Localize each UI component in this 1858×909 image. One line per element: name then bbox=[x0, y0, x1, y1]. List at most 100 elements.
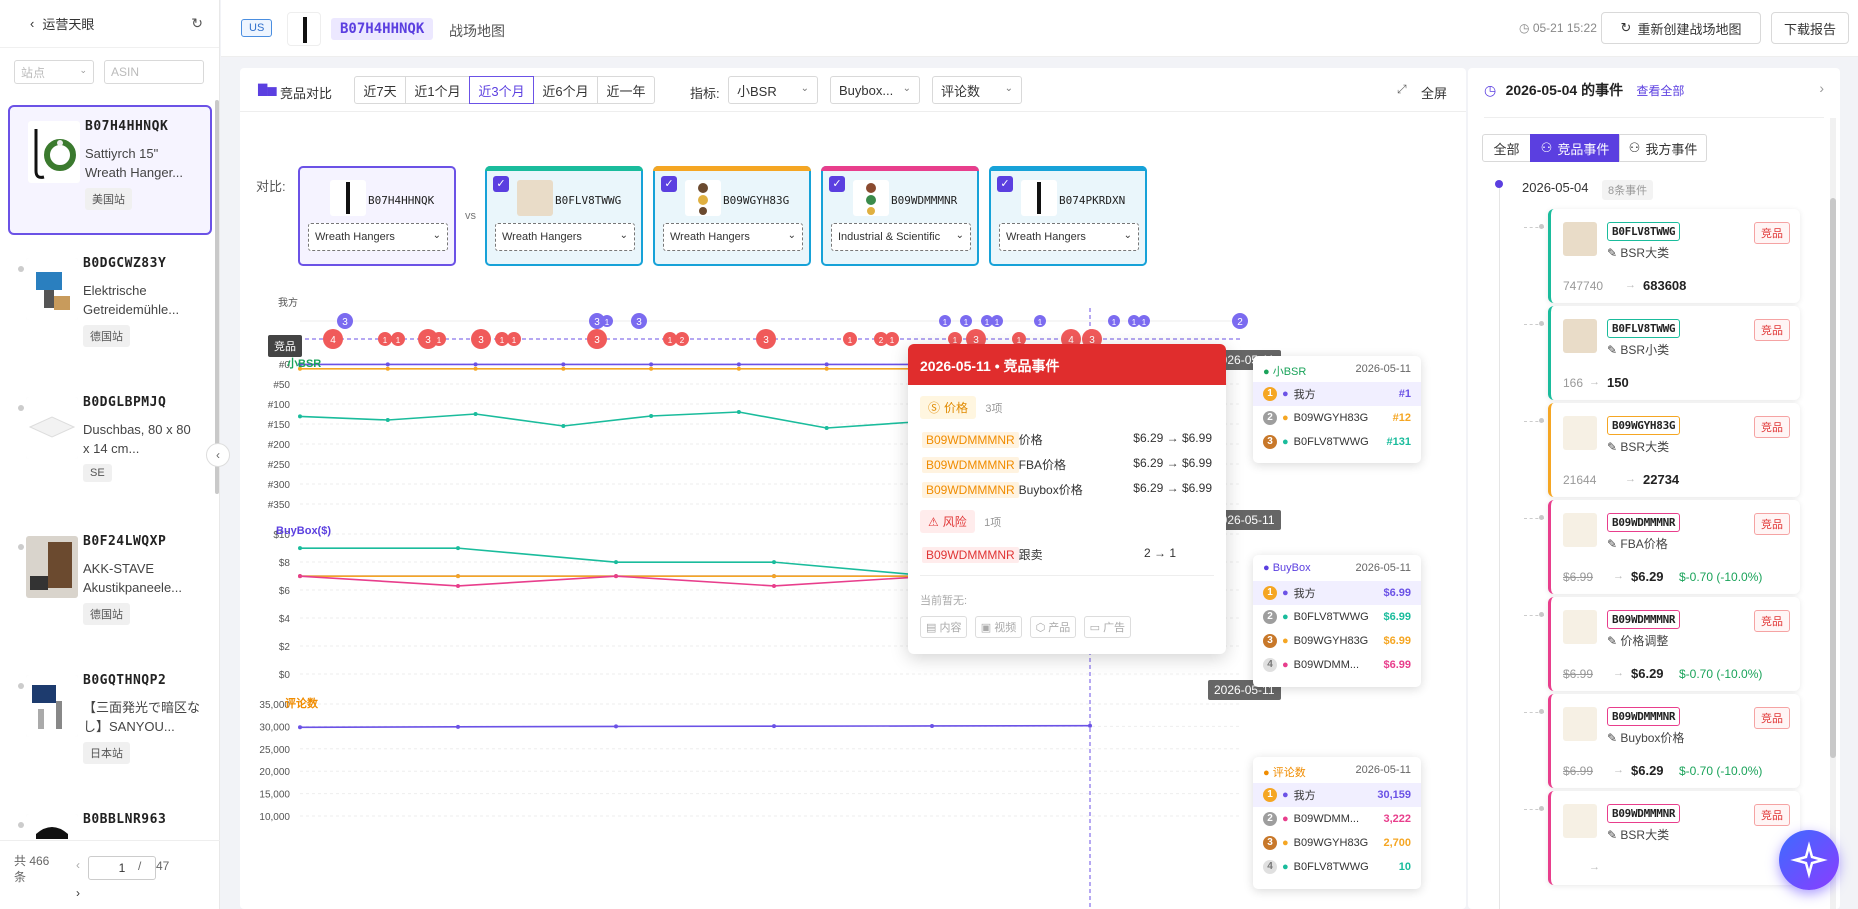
header-asin[interactable]: B07H4HHNQK bbox=[331, 18, 434, 40]
refresh-icon[interactable]: ↻ bbox=[191, 15, 203, 32]
competitor-tag: 竞品 bbox=[1754, 707, 1790, 729]
competitor-tag: 竞品 bbox=[1754, 416, 1790, 438]
competitor-card[interactable]: ✓ B074PKRDXN Wreath Hangers ⌄ bbox=[989, 166, 1147, 266]
range-6m[interactable]: 近6个月 bbox=[533, 76, 598, 104]
event-type: ✎ BSR大类 bbox=[1607, 246, 1670, 260]
buybox-axis-title: BuyBox($) bbox=[276, 525, 332, 537]
event-card[interactable]: B09WGYH83G 竞品 ✎ BSR大类 21644 → 22734 bbox=[1524, 403, 1800, 497]
competitor-tag: 竞品 bbox=[1754, 319, 1790, 341]
comp-event-marker-label: 3 bbox=[478, 335, 484, 346]
comp-event-marker-label: 1 bbox=[383, 336, 388, 345]
category-select[interactable]: Wreath Hangers ⌄ bbox=[308, 223, 448, 251]
product-asin: B0DGLBPMJQ bbox=[83, 395, 167, 410]
legend-row: 4 ● B0FLV8TWWG 10 bbox=[1253, 855, 1421, 879]
y-tick-label: #250 bbox=[268, 460, 291, 471]
product-card[interactable]: B0DGLBPMJQ Duschbas, 80 x 80 x 14 cm... … bbox=[8, 383, 212, 513]
product-name: Sattiyrch 15" Wreath Hanger... bbox=[85, 146, 184, 180]
chevron-down-icon: ⌄ bbox=[79, 65, 87, 75]
category-select[interactable]: Wreath Hangers ⌄ bbox=[663, 223, 803, 251]
metric-select-buybox[interactable]: Buybox... ⌄ bbox=[830, 76, 920, 104]
back-icon[interactable]: ‹ bbox=[30, 16, 34, 31]
product-tag: ⬡ 产品 bbox=[1029, 616, 1077, 638]
fullscreen-icon[interactable]: ⤢ bbox=[1397, 82, 1407, 97]
rebuild-map-button[interactable]: ↻ 重新创建战场地图 bbox=[1601, 12, 1761, 44]
metric-select-reviews[interactable]: 评论数 ⌄ bbox=[932, 76, 1022, 104]
tab-all[interactable]: 全部 bbox=[1482, 134, 1531, 162]
competitor-card[interactable]: ✓ B0FLV8TWWG Wreath Hangers ⌄ bbox=[485, 166, 643, 266]
chevron-down-icon: ⌄ bbox=[800, 83, 809, 94]
panel-scrollbar-track[interactable] bbox=[1830, 118, 1836, 909]
status-dot bbox=[18, 266, 24, 272]
event-card[interactable]: B09WDMMMNR 竞品 ✎ 价格调整 $6.99 → $6.29 $-0.70 (-10… bbox=[1524, 597, 1800, 691]
checkbox-icon[interactable]: ✓ bbox=[493, 176, 509, 192]
history-icon: ◷ bbox=[1484, 82, 1497, 98]
product-thumbnail bbox=[1563, 610, 1597, 644]
chevron-right-icon[interactable]: › bbox=[1819, 80, 1824, 96]
checkbox-icon[interactable]: ✓ bbox=[997, 176, 1013, 192]
tab-own-events[interactable]: ⚇ 我方事件 bbox=[1619, 134, 1707, 162]
product-thumbnail bbox=[287, 12, 321, 46]
product-card[interactable]: B0BBLNR963 bbox=[8, 800, 212, 839]
product-card[interactable]: B0DGCWZ83Y Elektrische Getreidemühle... … bbox=[8, 244, 212, 374]
own-event-marker-label: 1 bbox=[1132, 318, 1137, 327]
series-color-bar bbox=[821, 166, 979, 171]
range-1m[interactable]: 近1个月 bbox=[405, 76, 470, 104]
tooltip-price-row: B09WDMMMNR FBA价格 $6.29 → $6.99 bbox=[922, 456, 1212, 473]
download-report-button[interactable]: 下载报告 bbox=[1771, 12, 1849, 44]
checkbox-icon[interactable]: ✓ bbox=[829, 176, 845, 192]
y-tick-label: $0 bbox=[279, 670, 291, 681]
edit-icon: ✎ bbox=[1607, 634, 1618, 648]
event-to: 683608 bbox=[1643, 278, 1687, 293]
data-point bbox=[473, 412, 478, 416]
event-type: ✎ BSR大类 bbox=[1607, 828, 1670, 842]
y-tick-label: #100 bbox=[268, 400, 291, 411]
data-point bbox=[736, 362, 741, 367]
compare-asin: B074PKRDXN bbox=[1059, 194, 1126, 207]
compare-label: 对比: bbox=[256, 179, 286, 194]
range-7d[interactable]: 近7天 bbox=[354, 76, 406, 104]
product-card[interactable]: B0GQTHNQP2 【三面発光で暗区なし】SANYOU... 日本站 bbox=[8, 661, 212, 791]
data-point bbox=[561, 366, 566, 371]
next-page-icon[interactable]: › bbox=[76, 886, 80, 900]
product-card[interactable]: B07H4HHNQK Sattiyrch 15" Wreath Hanger..… bbox=[8, 105, 212, 235]
chevron-down-icon: ⌄ bbox=[432, 230, 441, 241]
competitor-card[interactable]: ✓ B09WGYH83G Wreath Hangers ⌄ bbox=[653, 166, 811, 266]
event-type: ✎ Buybox价格 bbox=[1607, 731, 1685, 745]
product-card[interactable]: B0F24LWQXP AKK-STAVE Akustikpaneele... 德… bbox=[8, 522, 212, 652]
event-card[interactable]: B09WDMMMNR 竞品 ✎ BSR大类 → bbox=[1524, 791, 1800, 885]
comp-event-marker-label: 1 bbox=[396, 336, 401, 345]
data-point bbox=[736, 366, 741, 371]
tab-competitor-events[interactable]: ⚇ 竞品事件 bbox=[1530, 134, 1620, 162]
event-card[interactable]: B09WDMMMNR 竞品 ✎ Buybox价格 $6.99 → $6.29 $-0.70 … bbox=[1524, 694, 1800, 788]
vs-label: vs bbox=[465, 210, 476, 222]
site-badge: 德国站 bbox=[83, 325, 130, 347]
event-card[interactable]: B09WDMMMNR 竞品 ✎ FBA价格 $6.99 → $6.29 $-0.70 (-1… bbox=[1524, 500, 1800, 594]
view-all-link[interactable]: 查看全部 bbox=[1636, 84, 1684, 98]
competitor-card[interactable]: ✓ B09WDMMMNR Industrial & Scientific ⌄ bbox=[821, 166, 979, 266]
event-card[interactable]: B0FLV8TWWG 竞品 ✎ BSR大类 747740 → 683608 bbox=[1524, 209, 1800, 303]
sidebar-scrollbar[interactable] bbox=[215, 100, 219, 494]
fullscreen-button[interactable]: 全屏 bbox=[1421, 83, 1447, 102]
event-card[interactable]: B0FLV8TWWG 竞品 ✎ BSR小类 166 → 150 bbox=[1524, 306, 1800, 400]
metric-select-bsr[interactable]: 小BSR ⌄ bbox=[728, 76, 818, 104]
own-product-card[interactable]: B07H4HHNQK Wreath Hangers ⌄ bbox=[298, 166, 456, 266]
event-diff: $-0.70 (-10.0%) bbox=[1679, 570, 1763, 584]
page-total: 47 bbox=[156, 859, 170, 873]
ai-assistant-button[interactable] bbox=[1779, 830, 1839, 890]
page-input[interactable]: 1 bbox=[88, 856, 156, 880]
checkbox-icon[interactable]: ✓ bbox=[661, 176, 677, 192]
asin-search-input[interactable]: ASIN bbox=[104, 60, 204, 84]
range-3m[interactable]: 近3个月 bbox=[469, 76, 534, 104]
legend-row: 1 ● 我方 $6.99 bbox=[1253, 581, 1421, 605]
tooltip-price-row: B09WDMMMNR Buybox价格 $6.29 → $6.99 bbox=[922, 481, 1212, 498]
category-select[interactable]: Industrial & Scientific ⌄ bbox=[831, 223, 971, 251]
prev-page-icon[interactable]: ‹ bbox=[76, 858, 80, 872]
collapse-sidebar-icon[interactable]: ‹ bbox=[206, 443, 230, 467]
data-point bbox=[298, 725, 302, 730]
site-select[interactable]: 站点 ⌄ bbox=[14, 60, 94, 84]
comp-event-marker-label: 1 bbox=[500, 336, 505, 345]
category-select[interactable]: Wreath Hangers ⌄ bbox=[999, 223, 1139, 251]
category-select[interactable]: Wreath Hangers ⌄ bbox=[495, 223, 635, 251]
range-1y[interactable]: 近一年 bbox=[597, 76, 655, 104]
edit-icon: ✎ bbox=[1607, 343, 1618, 357]
